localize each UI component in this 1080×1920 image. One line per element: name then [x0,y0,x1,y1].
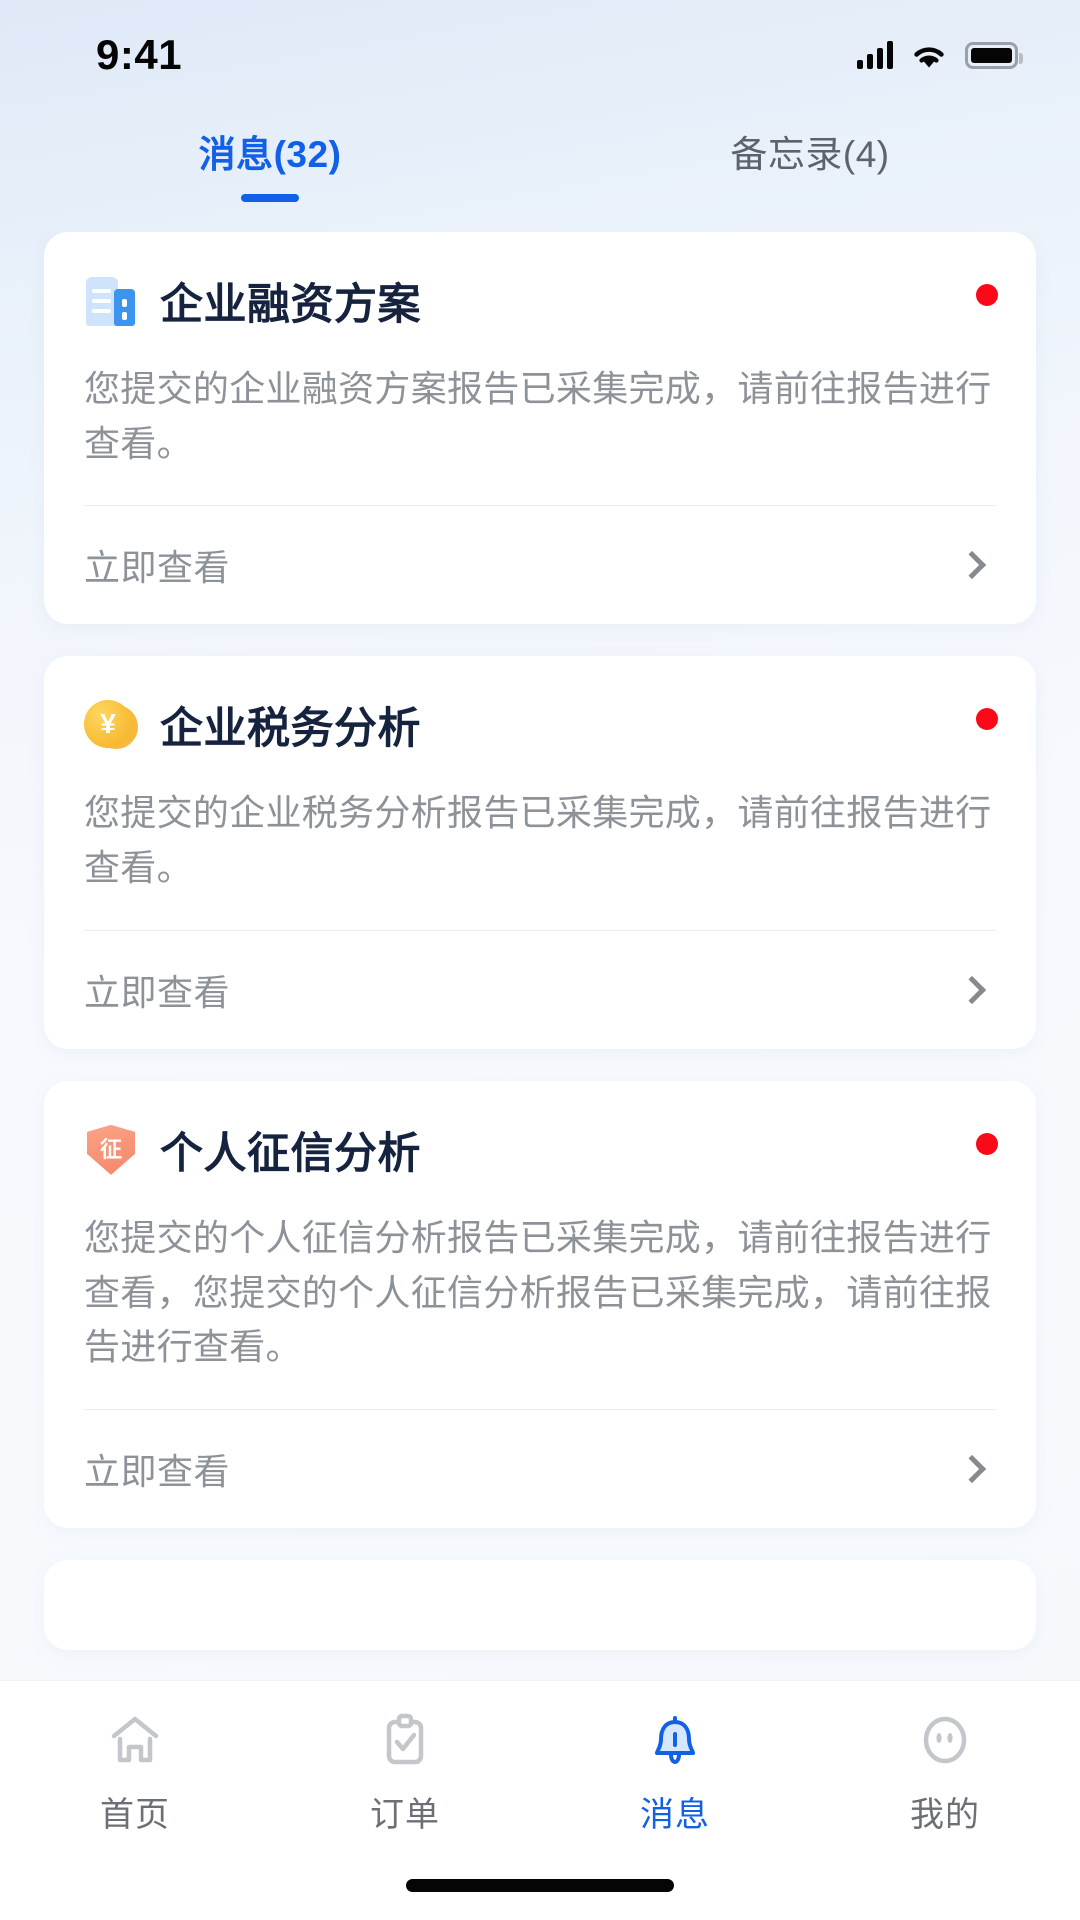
message-card[interactable]: 征 个人征信分析 您提交的个人征信分析报告已采集完成，请前往报告进行查看，您提交… [44,1080,1036,1529]
status-bar: 9:41 [0,0,1080,110]
card-body-text: 您提交的企业融资方案报告已采集完成，请前往报告进行查看。 [84,368,992,464]
card-action-row[interactable]: 立即查看 [84,506,996,624]
nav-messages[interactable]: 消息 [540,1709,810,1836]
card-header: 征 个人征信分析 [84,1119,996,1211]
nav-home[interactable]: 首页 [0,1709,270,1836]
tab-memos-label: 备忘录(4) [730,134,890,175]
nav-orders-label: 订单 [370,1796,440,1834]
status-icon-group [857,41,1023,69]
nav-profile-label: 我的 [910,1796,980,1834]
tab-messages[interactable]: 消息(32) [0,110,540,220]
nav-home-label: 首页 [100,1796,170,1834]
segment-tabs: 消息(32) 备忘录(4) [0,110,1080,220]
card-action-row[interactable]: 立即查看 [84,1410,996,1528]
clipboard-check-icon [374,1709,436,1771]
card-body-text: 您提交的企业税务分析报告已采集完成，请前往报告进行查看。 [84,792,992,889]
card-action-row[interactable]: 立即查看 [84,931,996,1049]
card-header: ¥ 企业税务分析 [84,694,996,786]
nav-messages-label: 消息 [640,1796,710,1834]
card-title: 企业融资方案 [160,281,421,329]
unread-dot [976,284,998,306]
card-action-label: 立即查看 [84,971,231,1013]
bell-icon [644,1709,706,1771]
shield-credit-icon: 征 [84,1123,138,1177]
message-card-partial[interactable] [44,1560,1036,1651]
card-title: 企业税务分析 [160,705,421,754]
coin-yen-icon: ¥ [84,698,138,752]
status-time: 9:41 [96,31,183,78]
card-title: 个人征信分析 [160,1129,421,1178]
home-indicator [406,1879,674,1892]
card-body-text: 您提交的个人征信分析报告已采集完成，请前往报告进行查看，您提交的个人征信分析报告… [84,1216,992,1368]
shield-glyph: 征 [99,1136,122,1162]
building-icon [84,274,138,328]
tab-memos[interactable]: 备忘录(4) [540,110,1080,220]
wifi-icon [910,41,948,69]
chevron-right-icon [957,551,987,580]
card-action-label: 立即查看 [84,1451,231,1493]
chevron-right-icon [957,975,987,1005]
tab-active-indicator [241,194,299,202]
user-icon [914,1709,976,1771]
message-list[interactable]: 企业融资方案 您提交的企业融资方案报告已采集完成，请前往报告进行查看。 立即查看… [0,232,1080,1680]
cellular-signal-icon [857,41,893,69]
card-header: 企业融资方案 [84,270,996,362]
tab-messages-label: 消息(32) [198,134,342,175]
chevron-right-icon [957,1454,987,1484]
nav-profile[interactable]: 我的 [810,1709,1080,1836]
message-card[interactable]: 企业融资方案 您提交的企业融资方案报告已采集完成，请前往报告进行查看。 立即查看 [44,232,1036,625]
nav-orders[interactable]: 订单 [270,1709,540,1836]
message-card[interactable]: ¥ 企业税务分析 您提交的企业税务分析报告已采集完成，请前往报告进行查看。 立即… [44,656,1036,1049]
home-icon [104,1709,166,1771]
card-action-label: 立即查看 [84,547,231,589]
unread-dot [976,1132,998,1155]
battery-full-icon [965,41,1023,69]
